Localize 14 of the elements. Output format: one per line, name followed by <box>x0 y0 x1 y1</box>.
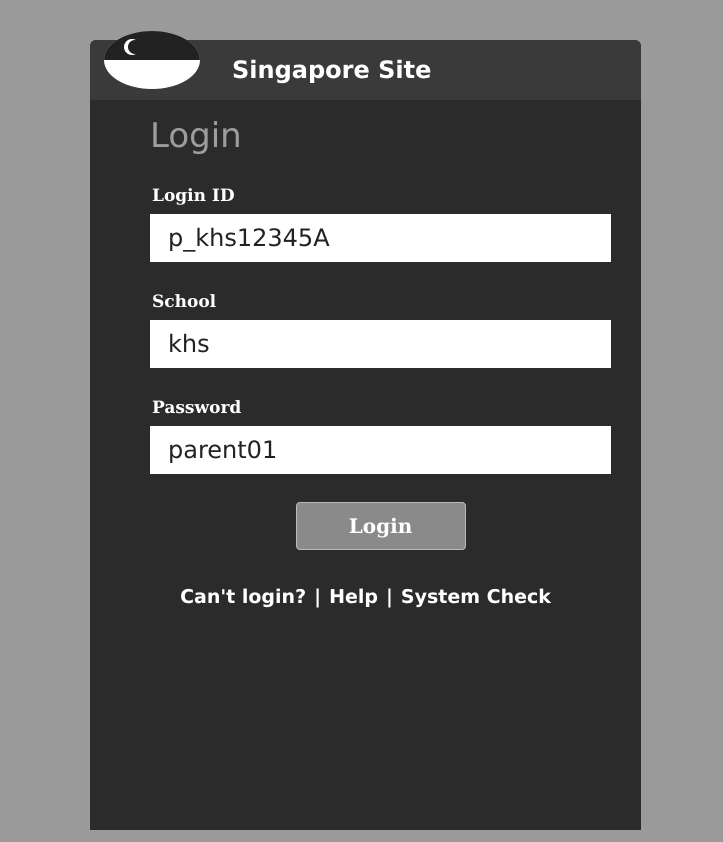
separator: | <box>386 586 393 608</box>
flag-icon <box>102 29 202 91</box>
field-label: Password <box>152 398 242 418</box>
input-field[interactable]: khs <box>150 320 611 368</box>
separator: | <box>314 586 322 608</box>
site-title: Singapore Site <box>232 56 432 84</box>
help-link[interactable]: System Check <box>400 586 551 608</box>
help-link[interactable]: Can't login? <box>180 586 306 608</box>
login-heading: Login <box>150 116 243 156</box>
help-link[interactable]: Help <box>329 586 378 608</box>
field-label: Login ID <box>152 186 236 206</box>
input-field[interactable]: parent01 <box>150 426 611 474</box>
field-label: School <box>152 292 218 312</box>
input-field[interactable]: p_khs12345A <box>150 214 611 262</box>
